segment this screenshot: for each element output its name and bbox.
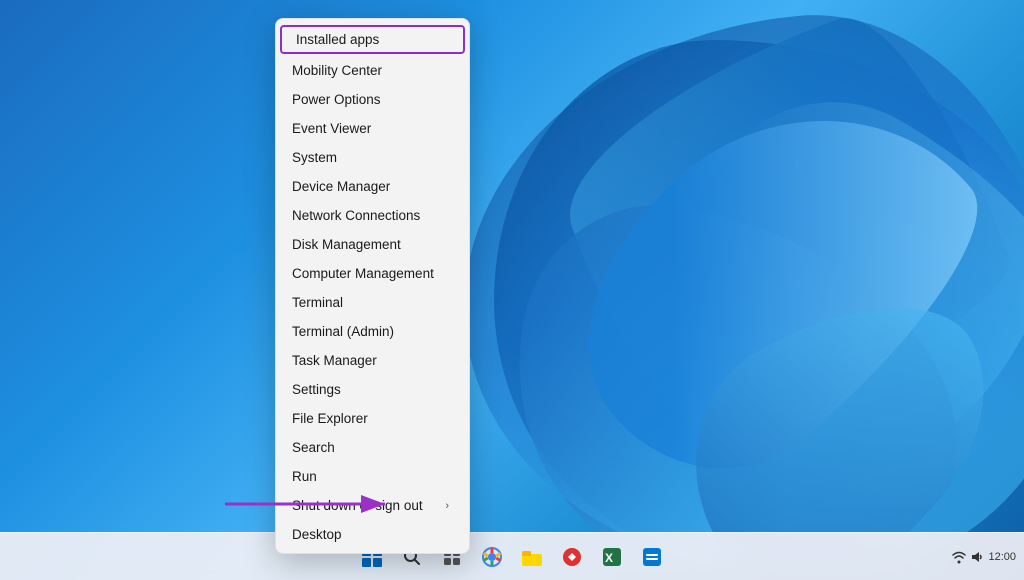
svg-text:X: X <box>605 551 613 565</box>
menu-item-system[interactable]: System <box>276 143 469 172</box>
system-clock: 12:00 <box>988 551 1016 563</box>
menu-item-label: Search <box>292 440 335 455</box>
menu-item-label: Settings <box>292 382 341 397</box>
menu-item-terminal-admin[interactable]: Terminal (Admin) <box>276 317 469 346</box>
menu-item-device-manager[interactable]: Device Manager <box>276 172 469 201</box>
menu-item-event-viewer[interactable]: Event Viewer <box>276 114 469 143</box>
menu-item-label: System <box>292 150 337 165</box>
submenu-chevron-icon: › <box>445 500 449 512</box>
app5-button[interactable] <box>554 539 590 575</box>
menu-item-label: Desktop <box>292 527 342 542</box>
arrow-annotation <box>220 489 400 524</box>
file-explorer-button[interactable] <box>514 539 550 575</box>
excel-button[interactable]: X <box>594 539 630 575</box>
menu-item-run[interactable]: Run <box>276 462 469 491</box>
menu-item-label: Installed apps <box>296 32 379 47</box>
wifi-icon <box>952 550 966 564</box>
menu-item-network-connections[interactable]: Network Connections <box>276 201 469 230</box>
menu-item-power-options[interactable]: Power Options <box>276 85 469 114</box>
taskbar: X 12:00 <box>0 532 1024 580</box>
menu-item-label: Network Connections <box>292 208 420 223</box>
menu-item-label: File Explorer <box>292 411 368 426</box>
volume-icon <box>970 550 984 564</box>
menu-item-label: Device Manager <box>292 179 390 194</box>
menu-item-task-manager[interactable]: Task Manager <box>276 346 469 375</box>
system-tray: 12:00 <box>952 550 1016 564</box>
chrome-icon <box>481 546 503 568</box>
menu-item-desktop[interactable]: Desktop <box>276 520 469 549</box>
menu-item-label: Run <box>292 469 317 484</box>
menu-item-label: Terminal (Admin) <box>292 324 394 339</box>
menu-item-settings[interactable]: Settings <box>276 375 469 404</box>
menu-item-label: Terminal <box>292 295 343 310</box>
menu-item-label: Power Options <box>292 92 381 107</box>
app7-icon <box>641 546 663 568</box>
menu-item-label: Computer Management <box>292 266 434 281</box>
context-menu: Installed apps Mobility Center Power Optio… <box>275 18 470 554</box>
menu-item-computer-management[interactable]: Computer Management <box>276 259 469 288</box>
menu-item-label: Disk Management <box>292 237 401 252</box>
menu-item-file-explorer[interactable]: File Explorer <box>276 404 469 433</box>
menu-item-terminal[interactable]: Terminal <box>276 288 469 317</box>
menu-item-disk-management[interactable]: Disk Management <box>276 230 469 259</box>
excel-icon: X <box>601 546 623 568</box>
desktop: Installed apps Mobility Center Power Optio… <box>0 0 1024 580</box>
app7-button[interactable] <box>634 539 670 575</box>
menu-item-label: Event Viewer <box>292 121 371 136</box>
menu-item-search[interactable]: Search <box>276 433 469 462</box>
menu-item-installed-apps[interactable]: Installed apps <box>280 25 465 54</box>
chrome-button[interactable] <box>474 539 510 575</box>
app5-icon <box>561 546 583 568</box>
menu-item-mobility-center[interactable]: Mobility Center <box>276 56 469 85</box>
file-explorer-icon <box>521 547 543 567</box>
menu-item-label: Mobility Center <box>292 63 382 78</box>
menu-item-label: Task Manager <box>292 353 377 368</box>
